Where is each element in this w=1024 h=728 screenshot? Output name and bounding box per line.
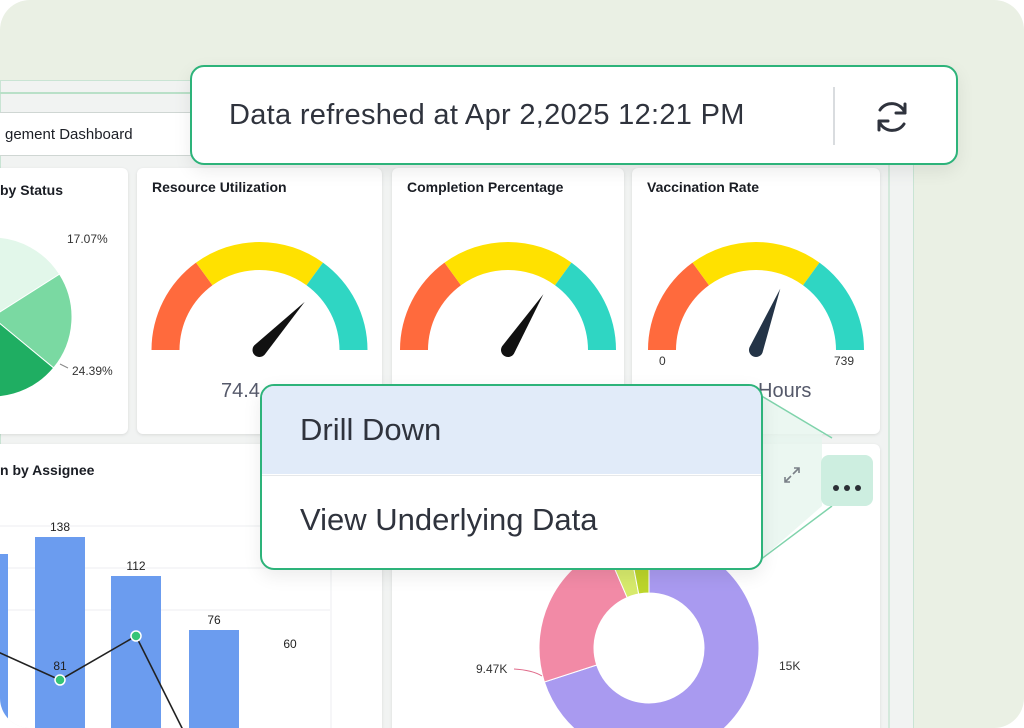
- vaccination-rate-title: Vaccination Rate: [647, 179, 760, 195]
- donut-leader-line: [513, 668, 543, 677]
- gauge-band-mid: [196, 242, 323, 286]
- resource-utilization-title: Resource Utilization: [152, 179, 287, 195]
- completion-percentage-title: Completion Percentage: [407, 179, 564, 195]
- expand-icon[interactable]: [782, 465, 802, 485]
- gauge-band-low: [151, 262, 213, 350]
- dashboard-title: gement Dashboard: [5, 126, 133, 143]
- bar: [35, 537, 85, 728]
- vaccination-rate-value: Hours: [758, 380, 812, 402]
- gauge-needle: [252, 301, 305, 357]
- dashboard-title-field[interactable]: gement Dashboard: [0, 112, 202, 156]
- gauge-needle: [749, 288, 781, 357]
- donut-label-left: 9.47K: [476, 662, 508, 676]
- gauge-band-mid: [692, 242, 820, 286]
- refresh-icon[interactable]: [872, 97, 912, 137]
- menu-item-view-underlying-data[interactable]: View Underlying Data: [262, 476, 761, 564]
- refresh-status-text: Data refreshed at Apr 2,2025 12:21 PM: [229, 99, 745, 131]
- gauge-band-high: [803, 262, 864, 350]
- line-data-label: 81: [53, 659, 67, 673]
- bar-data-label: 60: [283, 637, 297, 651]
- bar-data-label: 76: [207, 613, 221, 627]
- line-point: [130, 630, 142, 642]
- more-options-button[interactable]: [821, 455, 873, 506]
- bar: [0, 554, 8, 728]
- resource-utilization-value: 74.4: [221, 380, 260, 402]
- status-pie-chart: [0, 236, 73, 398]
- pie-label-bottom: 24.39%: [72, 364, 113, 378]
- vaccination-rate-min: 0: [659, 354, 666, 368]
- gauge-needle: [501, 294, 544, 357]
- gauge-band-low: [400, 262, 461, 350]
- status-card: by Status 17.07% 24.39%: [0, 168, 128, 434]
- gauge-band-low: [648, 262, 709, 350]
- gauge-band-mid: [444, 242, 572, 286]
- refresh-separator: [833, 87, 835, 145]
- dashboard-right-border: [888, 80, 890, 728]
- pie-label-top: 17.07%: [67, 232, 108, 246]
- more-horizontal-icon: [833, 478, 861, 496]
- line-point: [54, 674, 66, 686]
- gauge-band-high: [306, 262, 368, 350]
- bar-data-label: 138: [50, 520, 70, 534]
- vaccination-rate-max: 739: [834, 354, 855, 368]
- line-series: [0, 634, 183, 728]
- pie-leader-line: [59, 363, 69, 369]
- donut-label-right: 15K: [779, 659, 801, 673]
- bar-data-label: 112: [126, 559, 145, 573]
- bar: [189, 630, 239, 728]
- refresh-banner: Data refreshed at Apr 2,2025 12:21 PM: [190, 65, 958, 165]
- screenshot-frame: gement Dashboard by Status 17.07% 24.39%…: [0, 0, 1024, 728]
- gauge-band-high: [555, 262, 616, 350]
- context-menu: Drill Down View Underlying Data: [260, 384, 763, 570]
- bar: [111, 576, 161, 728]
- menu-item-drill-down[interactable]: Drill Down: [262, 386, 761, 474]
